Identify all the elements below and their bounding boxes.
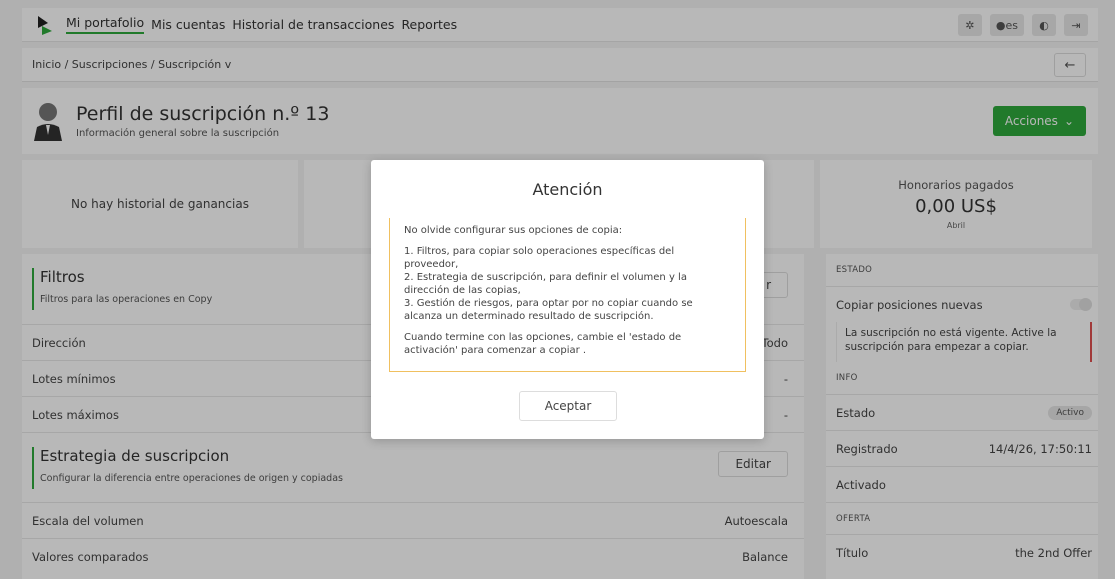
- dialog-item-risk: 3. Gestión de riesgos, para optar por no…: [404, 298, 693, 322]
- dialog-outro: Cuando termine con las opciones, cambie …: [404, 332, 682, 356]
- accept-button[interactable]: Aceptar: [519, 391, 617, 421]
- dialog-item-filters: 1. Filtros, para copiar solo operaciones…: [404, 246, 675, 270]
- dialog-body[interactable]: No olvide configurar sus opciones de cop…: [389, 218, 746, 372]
- dialog-title: Atención: [532, 180, 603, 199]
- attention-dialog: Atención No olvide configurar sus opcion…: [371, 160, 764, 439]
- dialog-intro: No olvide configurar sus opciones de cop…: [404, 225, 623, 236]
- dialog-item-strategy: 2. Estrategia de suscripción, para defin…: [404, 272, 687, 296]
